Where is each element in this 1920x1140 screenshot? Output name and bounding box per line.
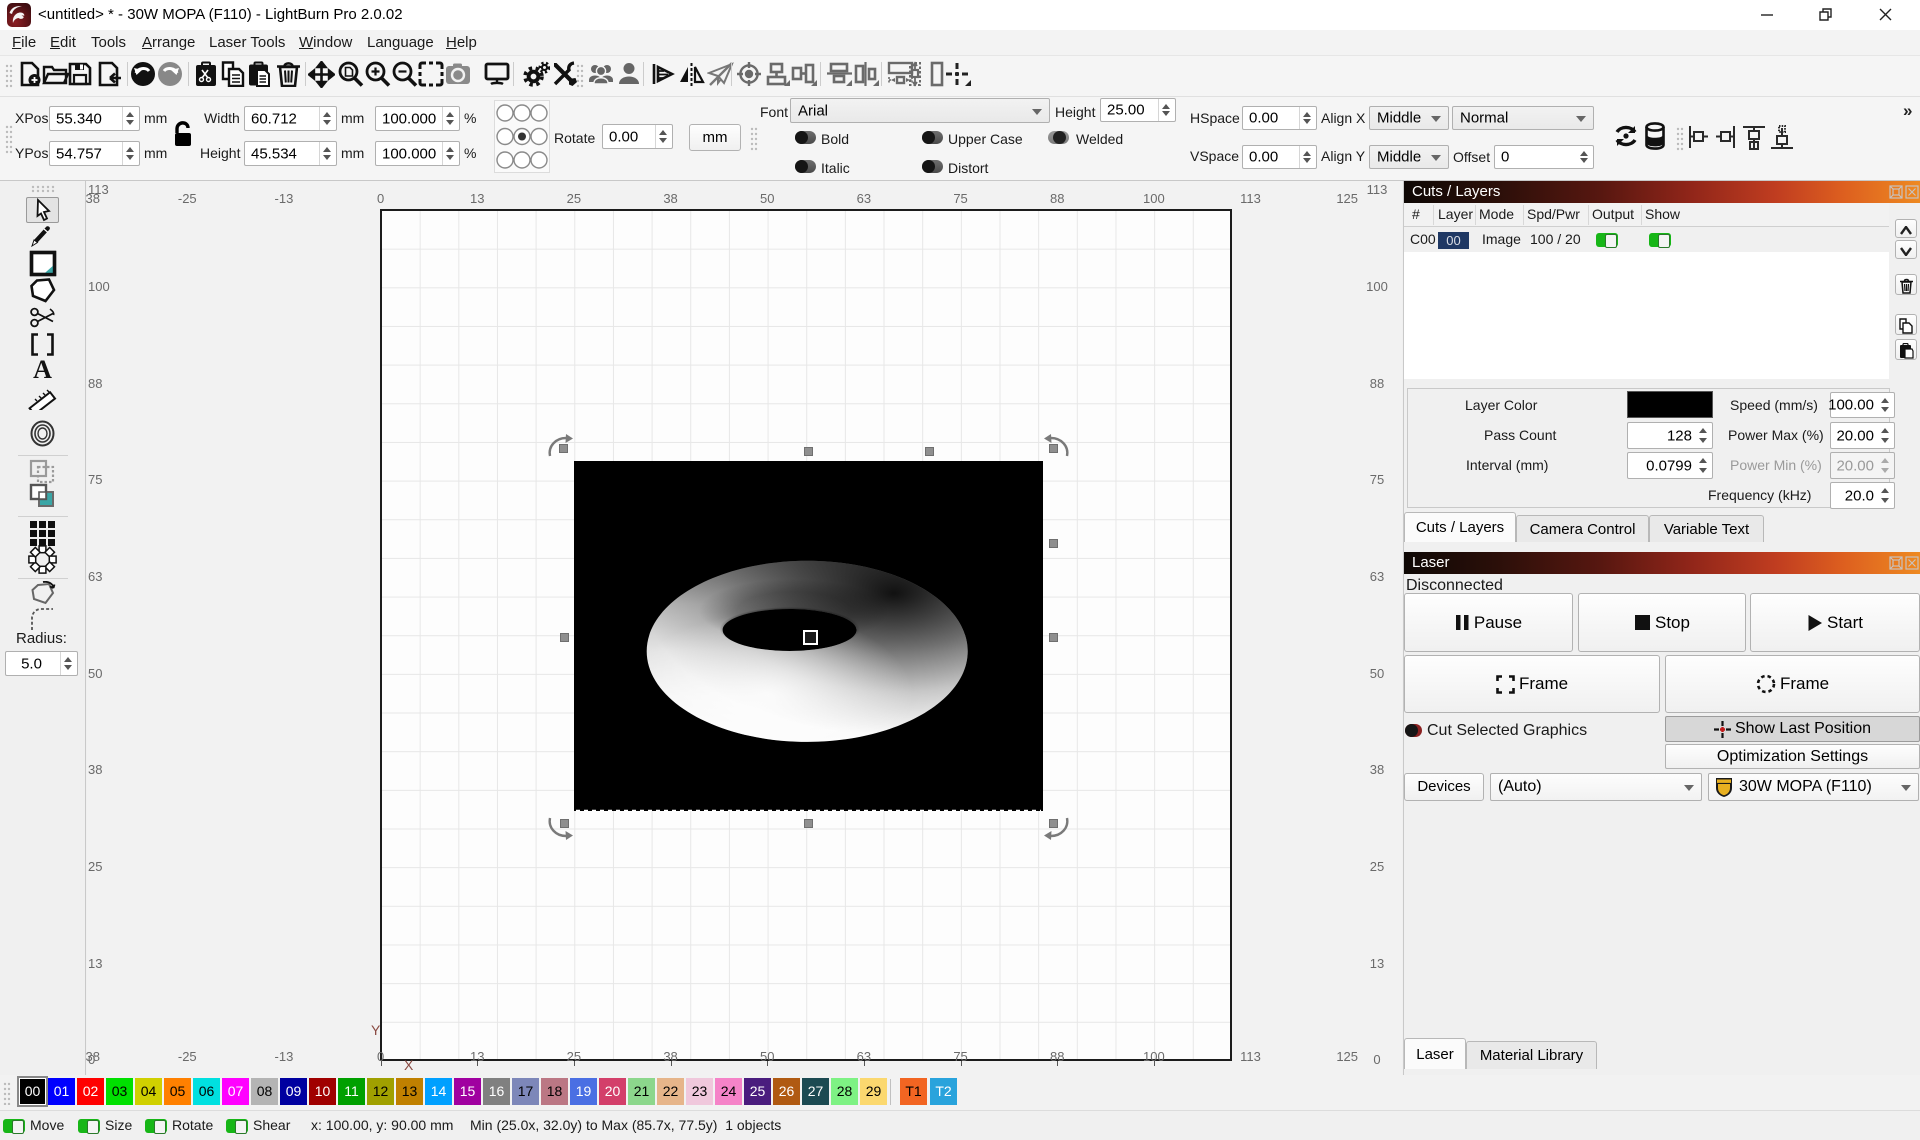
svg-text:A: A (33, 356, 52, 383)
